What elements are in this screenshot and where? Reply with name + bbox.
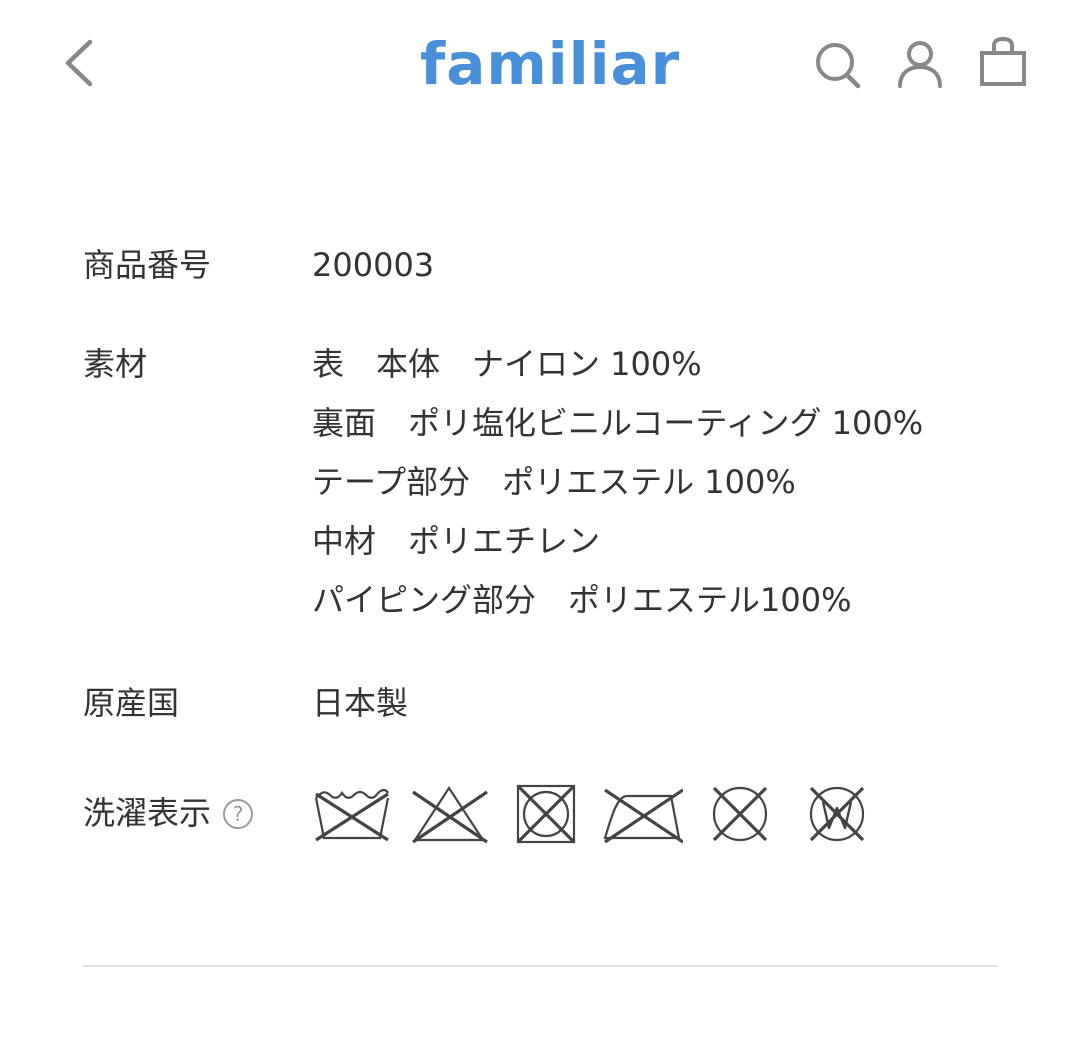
cart-button[interactable] [975, 34, 1031, 94]
header: familiar [0, 0, 1080, 130]
no-tumble-dry-icon [516, 784, 576, 843]
care-symbols [312, 784, 998, 843]
back-button[interactable] [54, 30, 110, 96]
material-line: パイピング部分 ポリエステル100% [312, 581, 852, 619]
material-line: 中材 ポリエチレン [312, 522, 601, 560]
care-label: 洗濯表示 [83, 794, 212, 832]
product-spec-table: 商品番号 200003 素材 表 本体 ナイロン 100% 裏面 ポリ塩化ビニル… [83, 236, 998, 843]
chevron-left-icon [65, 39, 93, 87]
material-line: 裏面 ポリ塩化ビニルコーティング 100% [312, 404, 924, 442]
no-wet-cleaning-icon [809, 786, 865, 841]
material-line: 表 本体 ナイロン 100% [312, 345, 702, 383]
product-code-label: 商品番号 [83, 246, 212, 284]
product-code-value: 200003 [312, 246, 435, 284]
spec-row-care: 洗濯表示 ? [83, 784, 998, 843]
no-bleach-icon [412, 785, 488, 843]
help-icon[interactable]: ? [223, 798, 254, 829]
origin-label: 原産国 [83, 684, 180, 722]
account-button[interactable] [892, 34, 948, 94]
user-icon [898, 41, 942, 88]
no-dry-cleaning-icon [712, 786, 768, 841]
brand-logo[interactable]: familiar [420, 24, 679, 104]
no-ironing-icon [603, 788, 683, 843]
spec-row-origin: 原産国 日本製 [83, 674, 998, 784]
care-label-cell: 洗濯表示 ? [83, 784, 312, 843]
material-label: 素材 [83, 345, 148, 383]
material-value: 表 本体 ナイロン 100% 裏面 ポリ塩化ビニルコーティング 100% テープ… [312, 335, 998, 630]
material-line: テープ部分 ポリエステル 100% [312, 463, 796, 501]
search-button[interactable] [810, 34, 866, 94]
shopping-bag-icon [980, 36, 1026, 86]
origin-value: 日本製 [312, 684, 409, 722]
section-divider [83, 965, 998, 967]
no-washing-icon [314, 788, 390, 841]
spec-row-product-code: 商品番号 200003 [83, 236, 998, 335]
search-icon [816, 43, 861, 89]
spec-row-material: 素材 表 本体 ナイロン 100% 裏面 ポリ塩化ビニルコーティング 100% … [83, 335, 998, 674]
